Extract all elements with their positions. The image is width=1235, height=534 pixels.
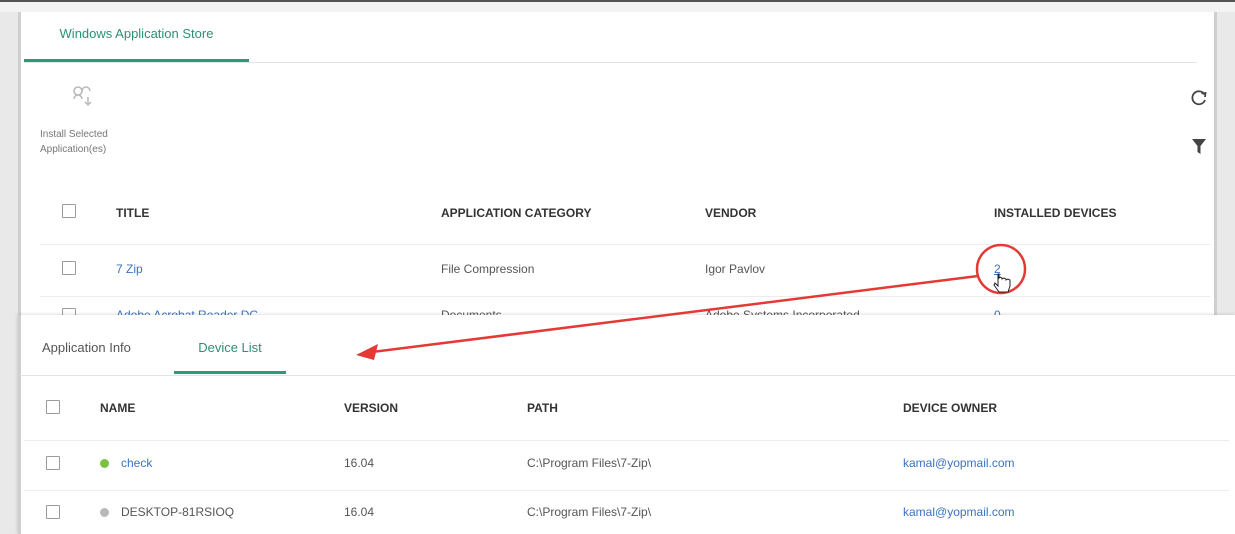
device-path: C:\Program Files\7-Zip\: [527, 505, 652, 519]
device-version: 16.04: [344, 505, 375, 519]
tab-windows-application-store[interactable]: Windows Application Store: [24, 20, 249, 62]
row-divider: [40, 296, 1210, 297]
header-path[interactable]: PATH: [527, 401, 558, 415]
installed-devices-count-link[interactable]: 2: [994, 262, 1001, 276]
device-owner-link[interactable]: kamal@yopmail.com: [903, 505, 1015, 519]
header-vendor[interactable]: VENDOR: [705, 206, 756, 220]
tab-divider: [20, 375, 1235, 376]
online-status-dot: [100, 459, 109, 468]
select-all-devices-checkbox[interactable]: [46, 400, 60, 414]
tab-device-list[interactable]: Device List: [174, 338, 286, 374]
install-label-line2: Application(es): [40, 144, 107, 155]
device-name-link[interactable]: check: [121, 456, 152, 470]
header-version[interactable]: VERSION: [344, 401, 398, 415]
window-top-edge: [0, 0, 1235, 12]
header-application-category[interactable]: APPLICATION CATEGORY: [441, 206, 591, 220]
device-row-checkbox[interactable]: [46, 456, 60, 470]
device-version: 16.04: [344, 456, 375, 470]
app-vendor: Igor Pavlov: [705, 262, 766, 276]
tab-application-info[interactable]: Application Info: [42, 338, 154, 374]
device-row-checkbox[interactable]: [46, 505, 60, 519]
row-checkbox[interactable]: [62, 261, 76, 275]
row-divider: [24, 440, 1229, 441]
tab-divider: [24, 62, 1197, 63]
offline-status-dot: [100, 508, 109, 517]
device-name[interactable]: DESKTOP-81RSIOQ: [121, 505, 234, 519]
header-name[interactable]: NAME: [100, 401, 135, 415]
device-path: C:\Program Files\7-Zip\: [527, 456, 652, 470]
row-divider: [40, 244, 1210, 245]
install-label-line1: Install Selected: [40, 129, 108, 140]
install-apps-icon[interactable]: [68, 82, 96, 110]
select-all-checkbox[interactable]: [62, 204, 76, 218]
header-installed-devices[interactable]: INSTALLED DEVICES: [994, 206, 1116, 220]
refresh-icon[interactable]: [1189, 88, 1209, 108]
header-title[interactable]: TITLE: [116, 206, 149, 220]
install-selected-label[interactable]: Install Selected Application(es): [40, 127, 160, 157]
app-title-link[interactable]: 7 Zip: [116, 262, 143, 276]
row-divider: [24, 490, 1229, 491]
app-category: File Compression: [441, 262, 535, 276]
header-device-owner[interactable]: DEVICE OWNER: [903, 401, 997, 415]
device-owner-link[interactable]: kamal@yopmail.com: [903, 456, 1015, 470]
filter-icon[interactable]: [1191, 138, 1207, 156]
